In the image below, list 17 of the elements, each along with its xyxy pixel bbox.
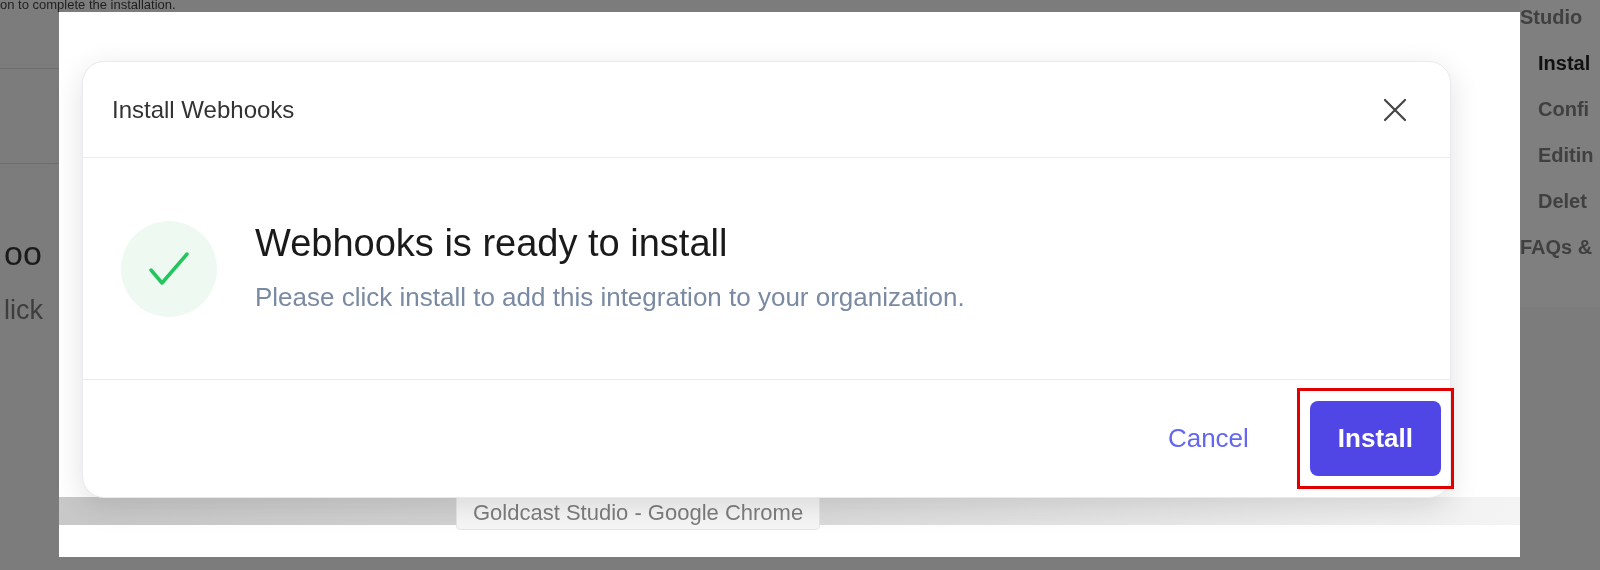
page-text: lick (4, 294, 43, 327)
install-button[interactable]: Install (1309, 401, 1441, 476)
check-icon (148, 249, 190, 288)
page-heading: oo (4, 233, 42, 274)
sidebar-item[interactable]: Instal (1520, 48, 1600, 82)
cancel-button[interactable]: Cancel (1167, 401, 1249, 476)
close-icon (1383, 97, 1407, 122)
dialog-message: Please click install to add this integration to your organization. (255, 280, 965, 314)
sidebar-item[interactable]: Confi (1520, 94, 1600, 128)
sidebar-item[interactable]: Delet (1520, 186, 1600, 220)
sidebar-item[interactable]: Editin (1520, 140, 1600, 174)
sidebar-item[interactable]: FAQs & (1520, 232, 1600, 266)
tooltip-text: Goldcast Studio - Google Chrome (473, 501, 804, 525)
dialog-title: Install Webhooks (112, 94, 295, 125)
page-text: on to complete the installation. (0, 0, 176, 11)
dialog-heading: Webhooks is ready to install (255, 221, 729, 267)
sidebar-item[interactable]: Studio (1520, 2, 1600, 36)
